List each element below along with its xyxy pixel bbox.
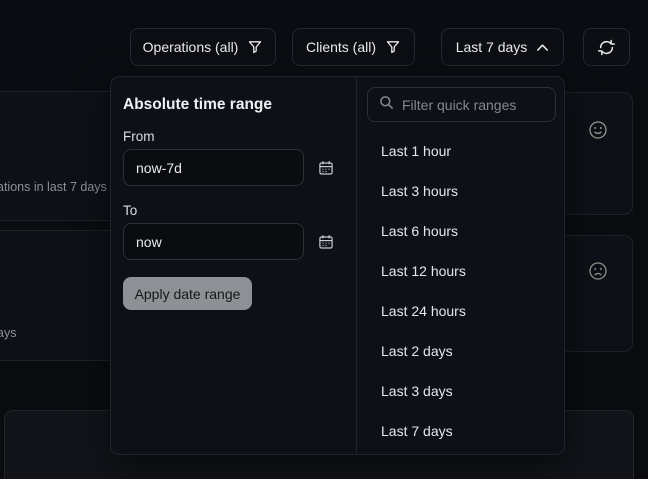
card-caption: ations in last 7 days	[0, 180, 107, 194]
refresh-button[interactable]	[583, 28, 630, 66]
time-range-label: Last 7 days	[456, 39, 528, 55]
quick-range-item[interactable]: Last 6 hours	[357, 211, 564, 251]
quick-range-item[interactable]: Last 2 days	[357, 331, 564, 371]
funnel-icon	[247, 39, 263, 55]
quick-range-item[interactable]: Last 1 hour	[357, 131, 564, 171]
funnel-icon	[385, 39, 401, 55]
quick-ranges-search-box	[367, 87, 556, 122]
from-input[interactable]	[123, 149, 304, 186]
quick-ranges-filter-input[interactable]	[402, 97, 544, 113]
chevron-up-icon	[536, 43, 549, 52]
time-range-button[interactable]: Last 7 days	[441, 28, 564, 66]
quick-range-item[interactable]: Last 3 days	[357, 371, 564, 411]
calendar-icon[interactable]	[316, 232, 336, 252]
to-input[interactable]	[123, 223, 304, 260]
quick-range-item[interactable]: Last 24 hours	[357, 291, 564, 331]
quick-range-list: Last 1 hour Last 3 hours Last 6 hours La…	[357, 131, 564, 451]
card-caption: ays	[0, 326, 16, 340]
to-label: To	[123, 203, 137, 218]
time-range-dropdown: Absolute time range From To	[110, 76, 565, 455]
apply-date-range-button[interactable]: Apply date range	[123, 277, 252, 310]
quick-range-item[interactable]: Last 3 hours	[357, 171, 564, 211]
from-label: From	[123, 129, 155, 144]
dashboard-screen: ations in last 7 days ays Operations (al…	[0, 0, 648, 479]
page-margin	[634, 91, 648, 479]
quick-range-item[interactable]: Last 7 days	[357, 411, 564, 451]
refresh-icon	[597, 38, 616, 57]
operations-filter-label: Operations (all)	[143, 39, 239, 55]
absolute-time-range-heading: Absolute time range	[123, 96, 272, 114]
quick-range-item[interactable]: Last 12 hours	[357, 251, 564, 291]
happy-face-icon	[588, 120, 608, 145]
clients-filter-label: Clients (all)	[306, 39, 376, 55]
sad-face-icon	[588, 261, 608, 286]
search-icon	[379, 95, 394, 115]
calendar-icon[interactable]	[316, 158, 336, 178]
clients-filter-button[interactable]: Clients (all)	[292, 28, 415, 66]
operations-filter-button[interactable]: Operations (all)	[130, 28, 276, 66]
